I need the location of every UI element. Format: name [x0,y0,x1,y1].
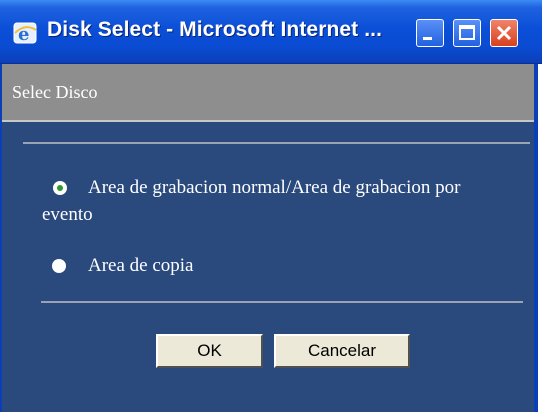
page-title: Selec Disco [12,82,98,102]
radio-copy-area[interactable] [52,259,66,273]
minimize-button[interactable] [416,19,444,47]
close-icon [496,25,512,41]
ok-button[interactable]: OK [156,334,263,368]
window-title: Disk Select - Microsoft Internet ... [47,18,383,41]
title-bar[interactable]: e Disk Select - Microsoft Internet ... [0,0,542,64]
close-button[interactable] [490,19,518,47]
top-divider [23,142,530,144]
cancel-button[interactable]: Cancelar [274,334,410,368]
minimize-icon [423,37,432,40]
window-body: Selec Disco Area de grabacion normal/Are… [0,64,538,412]
bottom-divider [41,301,523,303]
page-header: Selec Disco [2,64,534,122]
maximize-icon [459,25,475,40]
maximize-button[interactable] [453,19,481,47]
option-label-copy-area: Area de copia [88,255,194,276]
option-label-normal-event-area: Area de grabacion normal/Area de grabaci… [42,177,461,225]
internet-explorer-icon: e [13,22,37,45]
